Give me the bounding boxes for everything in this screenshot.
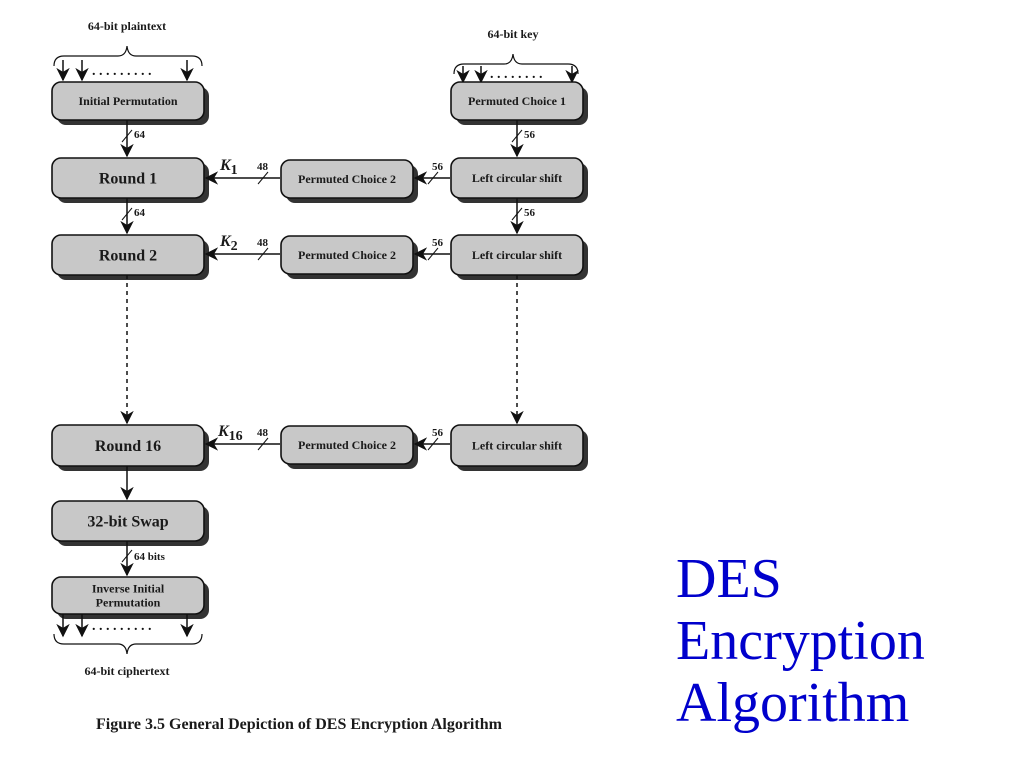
box-left-circular-shift-16: Left circular shift [450,424,588,471]
subkey-k2: K2 [219,233,238,254]
bits-ip-round1: 64 [134,129,146,141]
box-left-circular-shift-1-label: Left circular shift [472,171,562,185]
slide-title-line-1: DES [676,548,782,610]
bits-pc2-2-round2: 48 [257,237,269,249]
box-permuted-choice-1-label: Permuted Choice 1 [468,94,566,108]
ciphertext-label: 64-bit ciphertext [85,664,170,678]
key-dots: . . . . . . . . [490,67,543,82]
box-permuted-choice-2-k2: Permuted Choice 2 [280,235,418,279]
bits-lcs1-lcs2: 56 [524,207,536,219]
box-initial-permutation-label: Initial Permutation [79,94,178,108]
box-initial-permutation: Initial Permutation [51,81,209,125]
slide-title-line-3: Algorithm [676,672,910,734]
bits-swap-iip: 64 bits [134,551,166,563]
plaintext-dots: . . . . . . . . . [92,64,152,79]
plaintext-label: 64-bit plaintext [88,19,166,33]
subkey-k1: K1 [219,157,238,178]
box-left-circular-shift-2-label: Left circular shift [472,248,562,262]
box-round-16: Round 16 [51,424,209,471]
bits-pc2-1-round1: 48 [257,161,269,173]
key-label: 64-bit key [488,27,539,41]
box-permuted-choice-2-k16: Permuted Choice 2 [280,425,418,469]
box-round-1: Round 1 [51,157,209,203]
bits-pc2-16-round16: 48 [257,427,269,439]
bits-pc1-lcs1: 56 [524,129,536,141]
bits-lcs2-pc2-2: 56 [432,237,444,249]
box-round-1-label: Round 1 [99,171,157,188]
box-permuted-choice-1: Permuted Choice 1 [450,81,588,125]
box-inverse-initial-permutation-label: Permutation [96,596,161,610]
plaintext-brace [53,45,203,67]
box-permuted-choice-2-k16-label: Permuted Choice 2 [298,438,396,452]
box-left-circular-shift-2: Left circular shift [450,234,588,280]
box-permuted-choice-2-k1: Permuted Choice 2 [280,159,418,203]
box-round-2: Round 2 [51,234,209,280]
box-left-circular-shift-16-label: Left circular shift [472,439,562,453]
slide-title: DES Encryption Algorithm [676,548,925,734]
box-permuted-choice-2-k2-label: Permuted Choice 2 [298,248,396,262]
figure-caption: Figure 3.5 General Depiction of DES Encr… [96,716,502,733]
bits-round1-round2: 64 [134,207,146,219]
subkey-k16: K16 [217,423,243,444]
ciphertext-brace [53,633,203,655]
box-permuted-choice-2-k1-label: Permuted Choice 2 [298,172,396,186]
box-32-bit-swap-label: 32-bit Swap [87,514,168,531]
ciphertext-dots: . . . . . . . . . [92,619,152,634]
des-diagram: 64-bit plaintext . . . . . . . . . 64-bi… [51,19,588,678]
box-inverse-initial-permutation: Inverse InitialPermutation [51,576,209,619]
bits-lcs16-pc2-16: 56 [432,427,444,439]
slide-title-line-2: Encryption [676,610,925,672]
box-32-bit-swap: 32-bit Swap [51,500,209,546]
box-left-circular-shift-1: Left circular shift [450,157,588,203]
box-inverse-initial-permutation-label: Inverse Initial [92,582,165,596]
box-round-2-label: Round 2 [99,248,157,265]
bits-lcs1-pc2-1: 56 [432,161,444,173]
box-round-16-label: Round 16 [95,438,161,455]
